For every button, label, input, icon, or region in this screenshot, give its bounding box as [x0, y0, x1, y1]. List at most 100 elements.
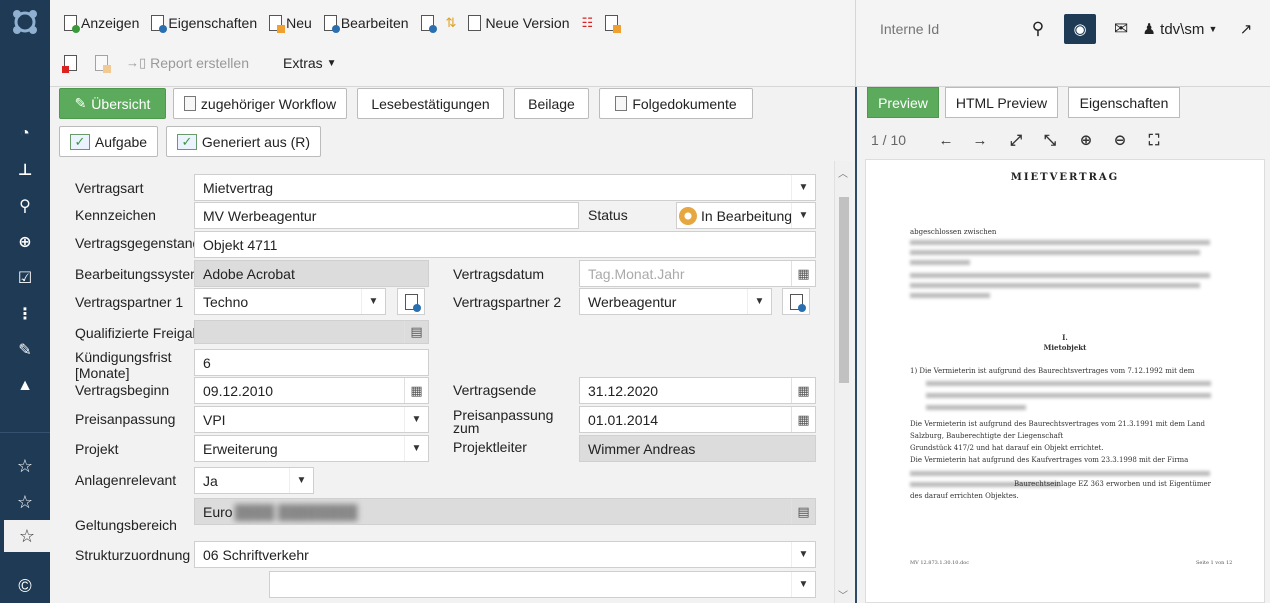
preisanpassung-zum-input[interactable]: 01.01.2014 ▦ [579, 406, 816, 433]
lock-button[interactable] [599, 9, 624, 37]
kuendigungsfrist-input[interactable]: 6 [194, 349, 429, 376]
vertragspartner1-label: Vertragspartner 1 [75, 294, 184, 310]
eigenschaften-button[interactable]: Eigenschaften [145, 9, 263, 37]
favorite-star-icon-1[interactable]: ☆ [0, 448, 50, 484]
anlagenrelevant-select[interactable]: Ja ▼ [194, 467, 314, 494]
scroll-up-icon[interactable]: ︿ [838, 165, 848, 180]
scroll-down-icon[interactable]: ﹀ [838, 587, 848, 602]
fit-page-icon[interactable]: ⛶ [1143, 125, 1165, 155]
redacted-line [926, 381, 1211, 386]
list-icon[interactable]: ▤ [404, 321, 428, 343]
user-caret-icon: ▼ [1208, 24, 1218, 34]
zoom-search-icon[interactable]: ⊕ [0, 224, 50, 260]
graduation-cap-icon[interactable]: ▲ [0, 368, 50, 404]
metadata-form: Vertragsart Mietvertrag ▼ Kennzeichen MV … [50, 161, 834, 603]
vertragsdatum-input[interactable]: Tag.Monat.Jahr ▦ [579, 260, 816, 287]
new-doc-icon [269, 15, 286, 33]
redacted-line [926, 405, 1026, 410]
doc-section-number: I. [1062, 333, 1068, 342]
tab-folgedokumente[interactable]: Folgedokumente [599, 88, 753, 119]
arrow-left-icon[interactable]: ← [935, 125, 957, 155]
delete-doc-icon [62, 55, 77, 73]
projekt-select[interactable]: Erweiterung ▼ [194, 435, 429, 462]
status-select[interactable]: In Bearbeitung ▼ [676, 202, 816, 229]
tasks-icon[interactable]: ☑ [0, 260, 50, 296]
tab-generiert-aus[interactable]: ✓ Generiert aus (R) [166, 126, 321, 157]
redacted-line [910, 260, 970, 265]
zoom-in-icon[interactable]: ⊕ [1075, 125, 1097, 155]
vertragsende-label: Vertragsende [453, 382, 537, 398]
properties-doc-icon [151, 15, 168, 33]
hierarchy-icon[interactable]: ⊥ [0, 152, 50, 188]
tab-lesebestaetigungen[interactable]: Lesebestätigungen [357, 88, 504, 119]
mail-doc-button[interactable] [89, 49, 114, 77]
vertragsbeginn-label: Vertragsbeginn [75, 382, 170, 398]
strukturzuordnung-select[interactable]: 06 Schriftverkehr ▼ [194, 541, 816, 568]
main-toolbar: Anzeigen Eigenschaften Neu Bearbeiten ⇅ … [50, 0, 855, 87]
vertragsgegenstand-input[interactable]: Objekt 4711 [194, 231, 816, 258]
tab-preview[interactable]: Preview [867, 87, 939, 118]
app-logo[interactable] [0, 0, 50, 44]
redacted-line [910, 471, 1210, 476]
toolbar-row-1: Anzeigen Eigenschaften Neu Bearbeiten ⇅ … [58, 8, 624, 38]
vertragspartner2-select[interactable]: Werbeagentur ▼ [579, 288, 772, 315]
calendar-icon[interactable]: ▦ [791, 407, 815, 432]
copyright-icon[interactable]: © [0, 568, 50, 603]
tab-eigenschaften[interactable]: Eigenschaften [1068, 87, 1180, 118]
mail-icon[interactable]: ✉ [1111, 14, 1131, 44]
tab-workflow[interactable]: zugehöriger Workflow [173, 88, 347, 119]
delete-list-button[interactable]: ☷ [576, 9, 600, 37]
anlagenrelevant-label: Anlagenrelevant [75, 472, 177, 488]
delete-doc-button[interactable] [58, 49, 83, 77]
search-icon[interactable]: ⚲ [0, 188, 50, 224]
sort-button[interactable]: ⇅ [440, 9, 463, 37]
internal-id-search-input[interactable] [876, 17, 1040, 41]
pencil-icon[interactable]: ✎ [0, 332, 50, 368]
tab-beilage[interactable]: Beilage [514, 88, 589, 119]
list-icon[interactable]: ▤ [791, 499, 815, 524]
tab-aufgabe[interactable]: ✓ Aufgabe [59, 126, 158, 157]
upload-button[interactable] [415, 9, 440, 37]
vertragspartner2-info-button[interactable] [782, 288, 810, 315]
scroll-thumb[interactable] [839, 197, 849, 383]
neu-button[interactable]: Neu [263, 9, 318, 37]
tab-uebersicht[interactable]: ✎ Übersicht [59, 88, 166, 119]
detail-tabs: ✎ Übersicht zugehöriger Workflow Lesebest… [50, 87, 855, 161]
calendar-icon[interactable]: ▦ [791, 261, 815, 286]
dashboard-icon[interactable]: ◔ [0, 116, 50, 152]
doc-line-b: Salzburg, Bauberechtigte der Liegenschaf… [910, 432, 1064, 440]
kennzeichen-input[interactable]: MV Werbeagentur [194, 202, 579, 229]
anzeigen-button[interactable]: Anzeigen [58, 9, 145, 37]
bearbeitungssystem-label: Bearbeitungssystem [75, 266, 202, 282]
expand-icon[interactable]: ⤢ [1005, 125, 1027, 155]
doc-intro: abgeschlossen zwischen [910, 228, 997, 236]
form-scrollbar[interactable]: ︿ ﹀ [834, 161, 852, 603]
workflow-icon[interactable]: ⋮ [0, 296, 50, 332]
redacted-line [910, 293, 990, 298]
zoom-out-icon[interactable]: ⊖ [1109, 125, 1131, 155]
left-navigation: ◔ ⊥ ⚲ ⊕ ☑ ⋮ ✎ ▲ ☆ ☆ ☆ © [0, 0, 50, 603]
favorite-star-icon-3[interactable]: ☆ [4, 520, 50, 552]
vertragsende-input[interactable]: 31.12.2020 ▦ [579, 377, 816, 404]
search-icon[interactable]: ⚲ [1027, 14, 1049, 44]
compress-icon[interactable]: ⤡ [1039, 125, 1061, 155]
strukturzuordnung-sub-select[interactable]: ▼ [269, 571, 816, 598]
preisanpassung-select[interactable]: VPI ▼ [194, 406, 429, 433]
extras-menu[interactable]: Extras ▼ [277, 49, 343, 77]
vertragsbeginn-input[interactable]: 09.12.2010 ▦ [194, 377, 429, 404]
vertragspartner1-info-button[interactable] [397, 288, 425, 315]
user-menu[interactable]: ♟ tdv\sm ▼ [1142, 14, 1218, 44]
bearbeiten-button[interactable]: Bearbeiten [318, 9, 415, 37]
tab-html-preview[interactable]: HTML Preview [945, 87, 1058, 118]
arrow-right-icon[interactable]: → [969, 125, 991, 155]
report-erstellen-button[interactable]: →▯ Report erstellen [120, 49, 255, 77]
vertragspartner1-select[interactable]: Techno ▼ [194, 288, 386, 315]
favorite-star-icon-2[interactable]: ☆ [0, 484, 50, 520]
vertragsart-select[interactable]: Mietvertrag ▼ [194, 174, 816, 201]
neue-version-button[interactable]: Neue Version [462, 9, 575, 37]
calendar-icon[interactable]: ▦ [404, 378, 428, 403]
calendar-icon[interactable]: ▦ [791, 378, 815, 403]
external-link-icon[interactable]: ↗ [1235, 14, 1257, 44]
eye-icon[interactable]: ◉ [1064, 14, 1096, 44]
toolbar-divider [855, 0, 856, 87]
